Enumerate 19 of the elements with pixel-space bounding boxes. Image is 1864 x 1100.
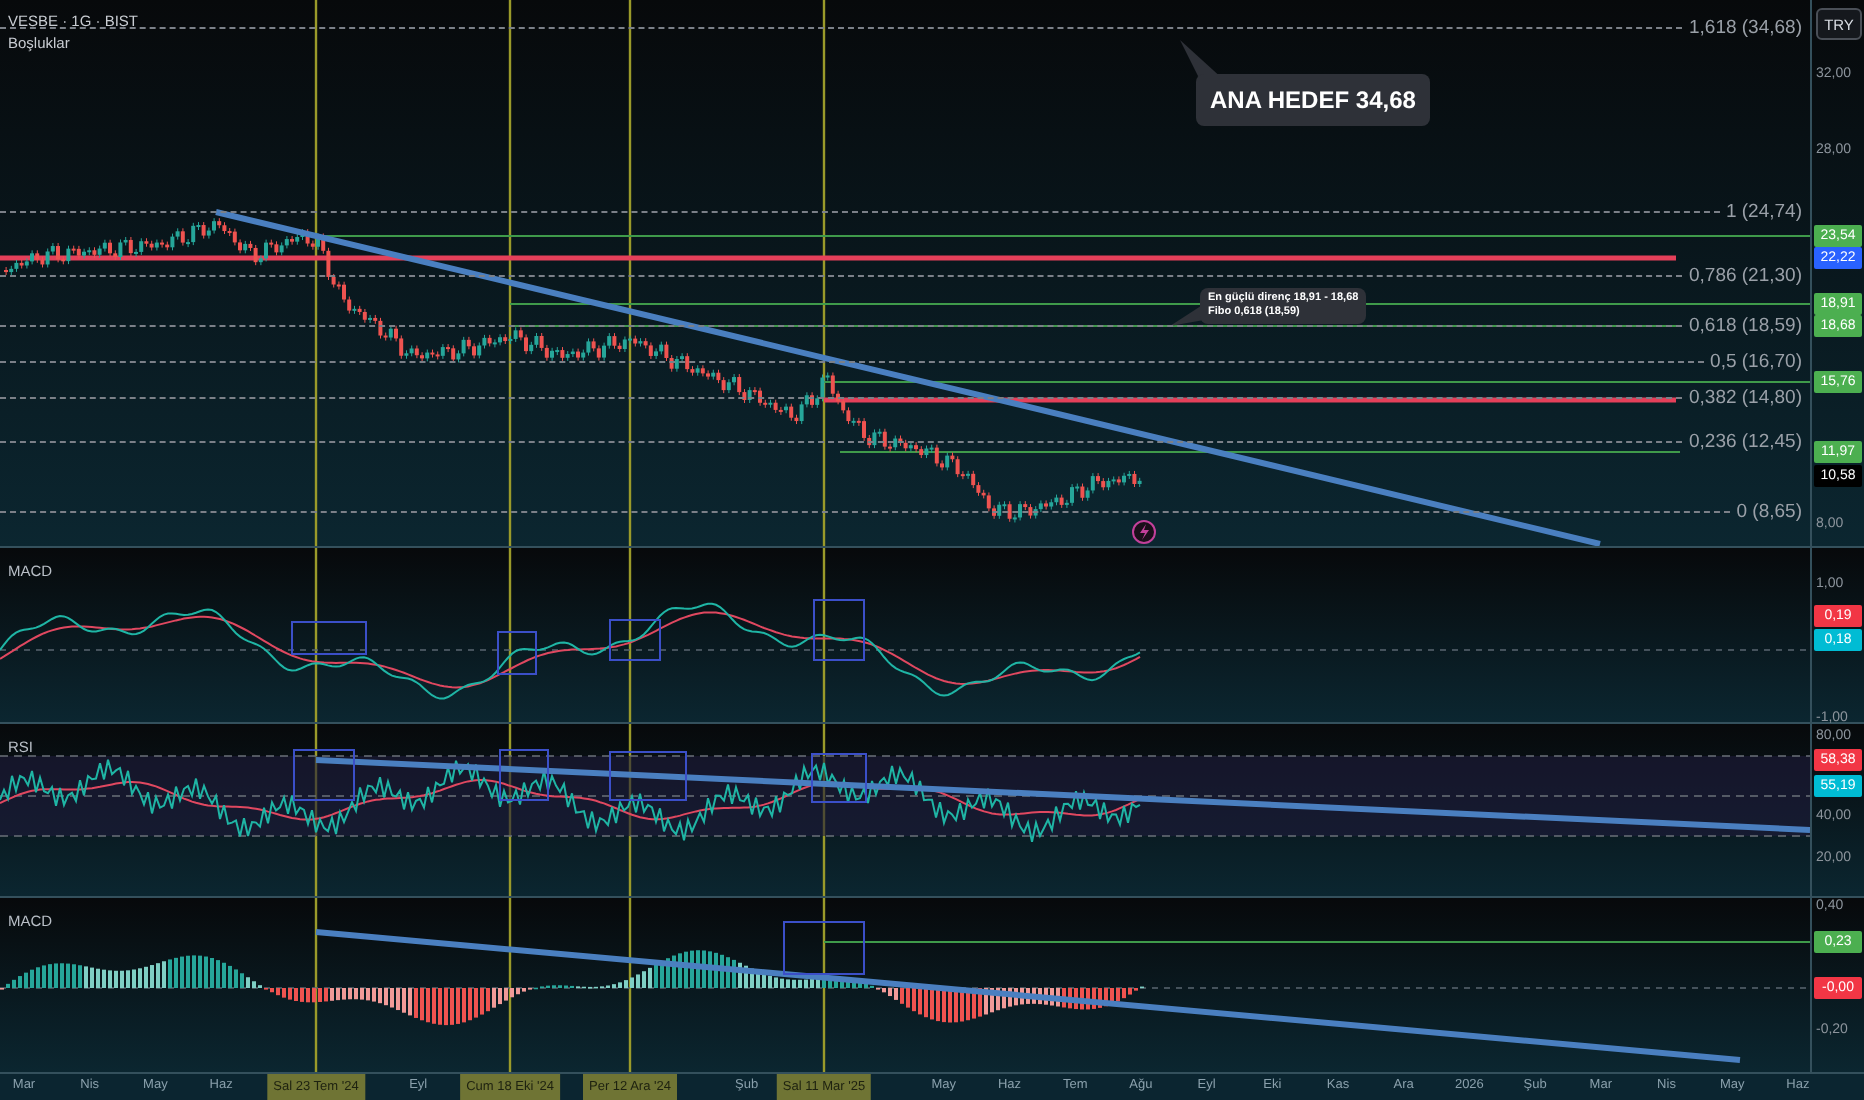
fib-level-label: 0,382 (14,80): [1688, 387, 1802, 409]
callout-text: ANA HEDEF 34,68: [1210, 86, 1416, 114]
fib-level-label: 0,618 (18,59): [1688, 315, 1802, 337]
highlight-box: [293, 749, 355, 801]
highlight-box: [609, 619, 661, 661]
highlight-box: [813, 599, 865, 661]
highlight-box: [497, 631, 537, 675]
highlight-box: [499, 749, 549, 801]
highlight-box: [609, 751, 687, 801]
fib-level-label: 0,236 (12,45): [1688, 431, 1802, 453]
fib-level-label: 0 (8,65): [1736, 501, 1802, 523]
lightning-icon: [1132, 520, 1156, 544]
fib-level-label: 0,5 (16,70): [1710, 351, 1802, 373]
highlight-box: [783, 921, 865, 975]
highlight-box: [291, 621, 367, 655]
fib-level-label: 0,786 (21,30): [1688, 265, 1802, 287]
fib-level-label: 1,618 (34,68): [1688, 17, 1802, 39]
highlight-box: [811, 753, 867, 803]
fib-level-label: 1 (24,74): [1725, 201, 1802, 223]
